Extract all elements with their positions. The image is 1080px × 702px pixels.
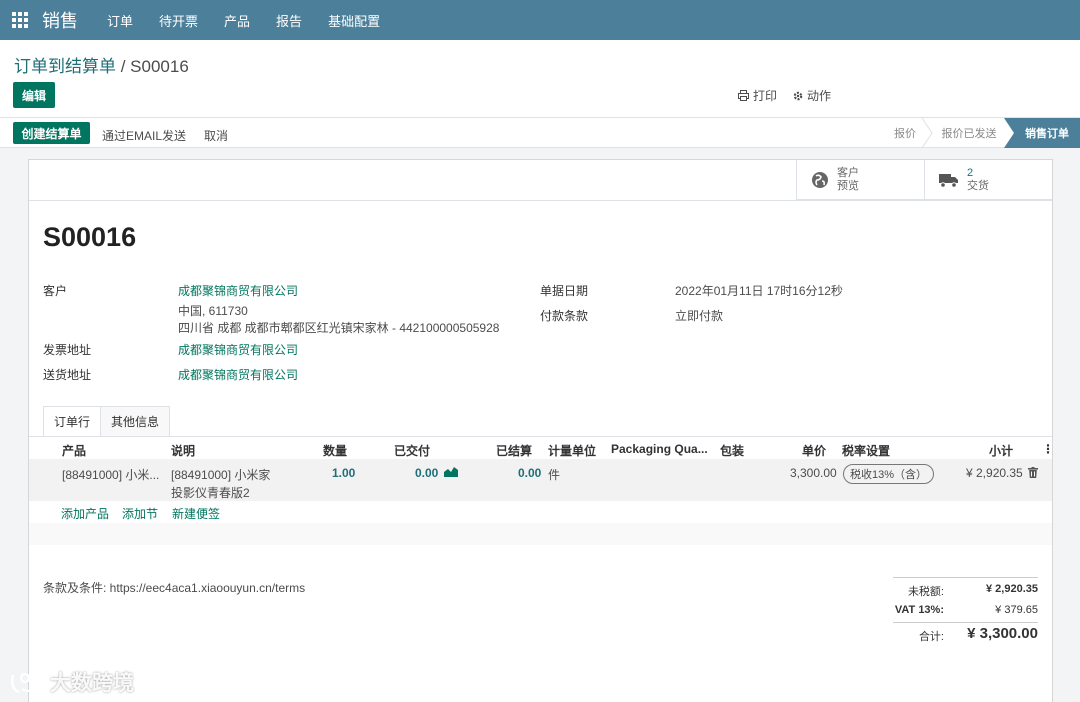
print-button[interactable]: 打印 [738, 87, 777, 104]
tab-order-lines[interactable]: 订单行 [43, 406, 102, 436]
menu-item-products[interactable]: 产品 [211, 11, 263, 30]
order-name: S00016 [43, 222, 137, 252]
row-unit-price[interactable]: 3,300.00 [790, 466, 837, 480]
order-date: 2022年01月11日 17时16分12秒 [675, 284, 843, 298]
edit-button[interactable]: 编辑 [13, 82, 55, 108]
status-bar: 创建结算单 通过EMAIL发送 取消 报价 报价已发送 销售订单 [0, 117, 1080, 148]
tab-other-info[interactable]: 其他信息 [101, 406, 171, 436]
payment-terms: 立即付款 [675, 309, 724, 323]
row-product[interactable]: [88491000] 小米... [62, 466, 159, 483]
action-button[interactable]: 动作 [793, 87, 831, 104]
invoice-address-link[interactable]: 成都聚锦商贸有限公司 [178, 341, 298, 358]
app-brand[interactable]: 销售 [42, 7, 78, 33]
vat-amount: ¥ 379.65 [995, 604, 1038, 616]
col-product[interactable]: 产品 [62, 442, 86, 459]
column-options-icon[interactable]: ⋮ [1042, 442, 1054, 456]
payment-terms-label: 付款条款 [540, 309, 589, 323]
row-quantity[interactable]: 1.00 [332, 466, 355, 480]
forecast-chart-icon[interactable] [444, 466, 458, 477]
customer-address-line1: 中国, 611730 [178, 304, 248, 318]
customer-link[interactable]: 成都聚锦商贸有限公司 [178, 282, 298, 299]
untaxed-amount: ¥ 2,920.35 [986, 583, 1038, 595]
truck-icon [939, 174, 958, 188]
delivery-count: 2 [967, 167, 974, 179]
customer-label: 客户 [43, 284, 68, 298]
row-uom: 件 [548, 468, 561, 482]
watermark: 大数跨境 [10, 667, 134, 697]
col-packaging-qty[interactable]: Packaging Qua... [611, 442, 708, 456]
untaxed-label: 未税额: [907, 586, 944, 598]
add-section-link[interactable]: 添加节 [122, 505, 158, 522]
row-description-line1: [88491000] 小米家 [171, 468, 271, 482]
form-sheet: 客户 预览 2 交货 S00016 客户 成都聚锦商贸有限公司 中国, 6117… [28, 159, 1054, 702]
col-taxes[interactable]: 税率设置 [842, 442, 890, 459]
total-label: 合计: [918, 631, 944, 643]
trash-icon[interactable] [1028, 467, 1038, 478]
col-quantity[interactable]: 数量 [323, 442, 347, 459]
gear-icon [793, 91, 803, 100]
row-invoiced: 0.00 [518, 466, 542, 480]
customer-preview-line1: 客户 [837, 167, 859, 179]
breadcrumb-parent[interactable]: 订单到结算单 [14, 57, 116, 76]
row-description-line2: 投影仪青春版2 [171, 486, 250, 500]
terms-and-conditions[interactable]: 条款及条件: https://eec4aca1.xiaoouyun.cn/ter… [43, 579, 305, 596]
delivery-label: 交货 [967, 180, 989, 192]
tax-badge[interactable]: 税收13%（含） [843, 464, 935, 484]
add-product-link[interactable]: 添加产品 [61, 505, 109, 522]
stage-sales-order[interactable]: 销售订单 [1014, 118, 1080, 148]
date-label: 单据日期 [540, 284, 589, 298]
smart-button-box: 客户 预览 2 交货 [796, 160, 1052, 200]
total-row: 合计: ¥ 3,300.00 [893, 622, 1038, 646]
menu-item-configuration[interactable]: 基础配置 [315, 11, 393, 30]
row-subtotal: ¥ 2,920.35 [966, 466, 1023, 480]
customer-preview-line2: 预览 [837, 180, 859, 192]
customer-address-line2: 四川省 成都 成都市郫都区红光镇宋家林 - 442100000505928 [178, 321, 500, 335]
col-invoiced[interactable]: 已结算 [496, 442, 532, 459]
tab-divider [29, 436, 1052, 437]
action-label: 动作 [807, 89, 832, 103]
menu-item-to-invoice[interactable]: 待开票 [146, 11, 211, 30]
globe-icon [812, 172, 828, 188]
vat-row: VAT 13%: ¥ 379.65 [893, 599, 1038, 620]
empty-table-row [29, 523, 1052, 545]
col-subtotal[interactable]: 小计 [989, 442, 1013, 459]
col-unit-price[interactable]: 单价 [802, 442, 826, 459]
menu-item-reporting[interactable]: 报告 [263, 11, 315, 30]
stage-separator-icon [921, 118, 933, 148]
delivery-address-label: 送货地址 [43, 368, 92, 382]
watermark-logo-icon [11, 670, 42, 694]
divider [29, 200, 1052, 201]
breadcrumb-separator: / [116, 57, 131, 76]
col-uom[interactable]: 计量单位 [548, 442, 596, 459]
untaxed-row: 未税额: ¥ 2,920.35 [893, 578, 1038, 599]
print-label: 打印 [753, 89, 778, 103]
total-amount: ¥ 3,300.00 [967, 625, 1038, 642]
apps-menu-icon[interactable] [0, 0, 40, 40]
delivery-button[interactable]: 2 交货 [924, 160, 1052, 200]
notebook-tabs: 订单行 其他信息 [43, 406, 171, 436]
invoice-address-label: 发票地址 [43, 343, 92, 357]
breadcrumb-current: S00016 [130, 57, 189, 76]
print-icon [738, 90, 749, 101]
top-navbar: 销售 订单 待开票 产品 报告 基础配置 [0, 0, 1080, 40]
col-delivered[interactable]: 已交付 [394, 442, 430, 459]
stage-quotation-sent[interactable]: 报价已发送 [934, 118, 1004, 148]
row-delivered: 0.00 [415, 466, 439, 480]
watermark-text: 大数跨境 [50, 672, 134, 695]
cancel-button[interactable]: 取消 [204, 127, 228, 144]
customer-preview-button[interactable]: 客户 预览 [796, 160, 924, 200]
delivery-address-link[interactable]: 成都聚锦商贸有限公司 [178, 366, 298, 383]
menu-item-orders[interactable]: 订单 [94, 11, 146, 30]
breadcrumb: 订单到结算单 / S00016 [14, 52, 189, 77]
vat-label: VAT 13%: [894, 604, 944, 616]
col-description[interactable]: 说明 [171, 442, 195, 459]
add-note-link[interactable]: 新建便签 [172, 505, 220, 522]
col-packaging[interactable]: 包装 [720, 442, 744, 459]
create-invoice-button[interactable]: 创建结算单 [13, 122, 90, 144]
totals-box: 未税额: ¥ 2,920.35 VAT 13%: ¥ 379.65 合计: ¥ … [893, 577, 1038, 646]
send-email-button[interactable]: 通过EMAIL发送 [102, 127, 186, 144]
control-panel: 订单到结算单 / S00016 编辑 打印 动作 创建结算单 通过EMAIL发送… [0, 40, 1080, 148]
